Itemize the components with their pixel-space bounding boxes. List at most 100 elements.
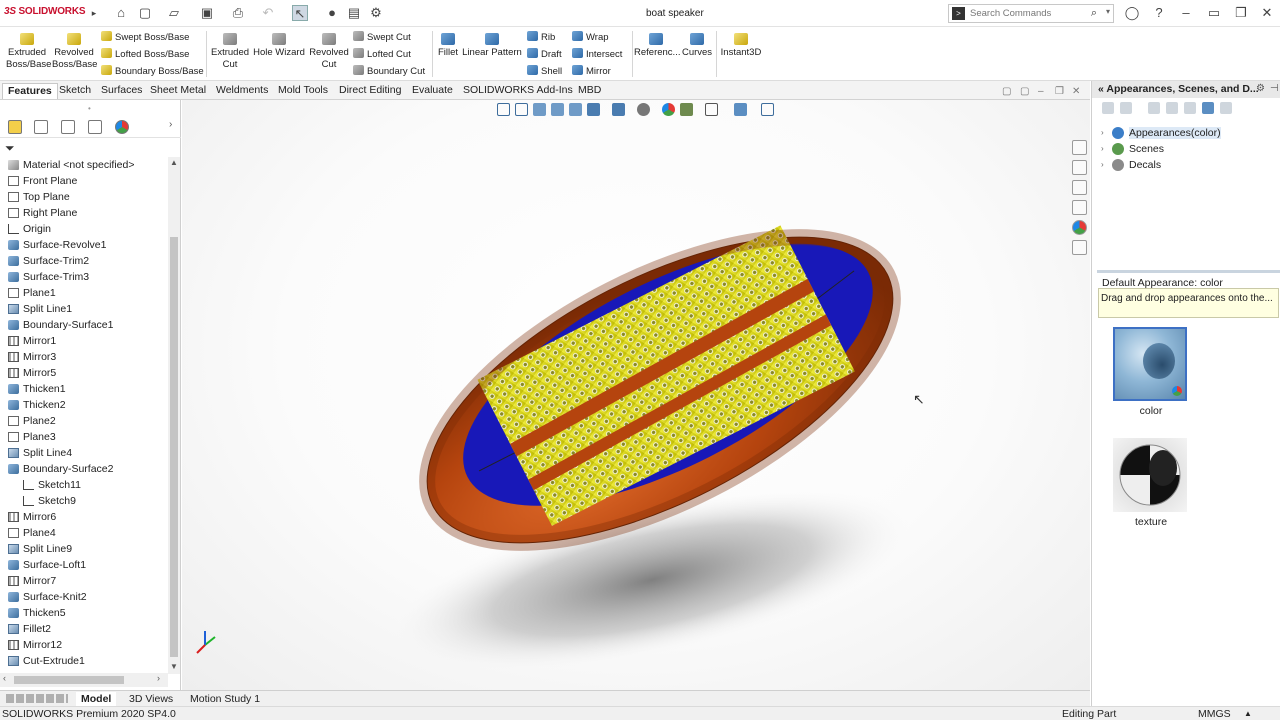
- tree-item[interactable]: Boundary-Surface1: [0, 317, 168, 333]
- chevron-down-icon[interactable]: ▾: [1106, 7, 1110, 16]
- tree-options-icon[interactable]: [1220, 102, 1232, 114]
- dynamic-annotation-icon[interactable]: [569, 103, 582, 116]
- appearances-tab-icon[interactable]: [1072, 220, 1087, 235]
- hole-wizard-button[interactable]: Hole Wizard: [253, 33, 305, 59]
- rotate-icon[interactable]: [734, 103, 747, 116]
- shell-button[interactable]: Shell: [527, 65, 562, 77]
- tab-3d-views[interactable]: 3D Views: [124, 692, 178, 706]
- user-account-icon[interactable]: ◯: [1124, 5, 1140, 21]
- edit-appearance-icon[interactable]: [662, 103, 675, 116]
- pin-icon[interactable]: ⊣: [1270, 83, 1279, 94]
- tab-evaluate[interactable]: Evaluate: [407, 83, 458, 99]
- scroll-left-icon[interactable]: ‹: [3, 673, 6, 683]
- tree-vertical-scrollbar[interactable]: ▲ ▼: [168, 157, 180, 674]
- tree-item[interactable]: Mirror7: [0, 573, 168, 589]
- tile-icon[interactable]: ▢: [1020, 86, 1029, 97]
- scroll-down-icon[interactable]: ▼: [170, 662, 178, 671]
- tab-motion-study[interactable]: Motion Study 1: [185, 692, 265, 706]
- home-icon[interactable]: ⌂: [113, 5, 129, 21]
- close-icon[interactable]: ✕: [1072, 86, 1080, 97]
- tree-item[interactable]: Mirror1: [0, 333, 168, 349]
- restore-icon[interactable]: ❐: [1233, 5, 1249, 21]
- lofted-boss-button[interactable]: Lofted Boss/Base: [101, 48, 189, 60]
- new-file-icon[interactable]: ▢: [137, 5, 153, 21]
- tree-item[interactable]: Thicken1: [0, 381, 168, 397]
- tree-item[interactable]: Surface-Loft1: [0, 557, 168, 573]
- add-to-library-icon[interactable]: [1184, 102, 1196, 114]
- revolved-boss-button[interactable]: Revolved Boss/Base: [52, 33, 97, 71]
- unit-system-selector[interactable]: MMGS: [1198, 707, 1231, 721]
- appearance-swatch-texture[interactable]: [1113, 438, 1187, 512]
- tree-item[interactable]: Plane4: [0, 525, 168, 541]
- draft-button[interactable]: Draft: [527, 48, 562, 60]
- scroll-thumb[interactable]: [14, 676, 124, 684]
- dimxpert-icon[interactable]: [88, 120, 102, 134]
- tab-sheet-metal[interactable]: Sheet Metal: [145, 83, 211, 99]
- appearance-tree-item[interactable]: › Decals: [1092, 157, 1280, 173]
- section-view-icon[interactable]: [551, 103, 564, 116]
- linear-pattern-button[interactable]: Linear Pattern: [462, 33, 522, 59]
- previous-view-icon[interactable]: [533, 103, 546, 116]
- tree-item[interactable]: Mirror12: [0, 637, 168, 653]
- configuration-manager-icon[interactable]: [61, 120, 75, 134]
- tab-sketch[interactable]: Sketch: [54, 83, 96, 99]
- lofted-cut-button[interactable]: Lofted Cut: [353, 48, 411, 60]
- rib-button[interactable]: Rib: [527, 31, 555, 43]
- swept-boss-button[interactable]: Swept Boss/Base: [101, 31, 189, 43]
- tab-mbd[interactable]: MBD: [573, 83, 606, 99]
- tree-item[interactable]: Surface-Trim3: [0, 269, 168, 285]
- solidworks-logo[interactable]: 3S SOLIDWORKS: [4, 6, 86, 17]
- tab-features[interactable]: Features: [2, 83, 58, 99]
- extruded-cut-button[interactable]: Extruded Cut: [209, 33, 251, 71]
- appearance-swatch-color[interactable]: [1113, 327, 1187, 401]
- select-icon[interactable]: ↖: [292, 5, 308, 21]
- rebuild-icon[interactable]: ●: [324, 5, 340, 21]
- close-icon[interactable]: ✕: [1259, 5, 1275, 21]
- panel-grip-icon[interactable]: •: [88, 104, 91, 113]
- display-style-icon[interactable]: [612, 103, 625, 116]
- tile-windows-icon[interactable]: ▭: [1206, 5, 1222, 21]
- forward-icon[interactable]: [1120, 102, 1132, 114]
- magnify-icon[interactable]: [761, 103, 774, 116]
- tab-scroll-icon[interactable]: [6, 694, 68, 703]
- view-palette-icon[interactable]: [1072, 200, 1087, 215]
- tab-mold-tools[interactable]: Mold Tools: [273, 83, 333, 99]
- instant3d-button[interactable]: Instant3D: [718, 33, 764, 59]
- tab-model[interactable]: Model: [76, 692, 117, 706]
- save-icon[interactable]: ▣: [199, 5, 215, 21]
- tree-item[interactable]: Mirror6: [0, 509, 168, 525]
- tree-item[interactable]: Plane3: [0, 429, 168, 445]
- tree-item[interactable]: Boundary-Surface2: [0, 461, 168, 477]
- tree-item[interactable]: Plane2: [0, 413, 168, 429]
- home-icon[interactable]: [1072, 140, 1087, 155]
- tree-horizontal-scrollbar[interactable]: ‹ ›: [0, 673, 168, 687]
- tab-addins[interactable]: SOLIDWORKS Add-Ins: [458, 83, 578, 99]
- minimize-icon[interactable]: –: [1178, 5, 1194, 21]
- fillet-button[interactable]: Fillet: [436, 33, 460, 59]
- tree-item[interactable]: Mirror5: [0, 365, 168, 381]
- search-commands-field[interactable]: > Search Commands ⌕ ▾: [948, 4, 1114, 23]
- tree-item[interactable]: Plane1: [0, 285, 168, 301]
- revolved-cut-button[interactable]: Revolved Cut: [308, 33, 350, 71]
- chevron-right-icon[interactable]: ›: [1101, 141, 1104, 157]
- apply-scene-icon[interactable]: [680, 103, 693, 116]
- tree-item[interactable]: Surface-Trim2: [0, 253, 168, 269]
- boundary-cut-button[interactable]: Boundary Cut: [353, 65, 425, 77]
- tree-item[interactable]: Right Plane: [0, 205, 168, 221]
- tree-item[interactable]: Material <not specified>: [0, 157, 168, 173]
- tree-item[interactable]: Fillet2: [0, 621, 168, 637]
- tree-item[interactable]: Mirror3: [0, 349, 168, 365]
- hide-show-items-icon[interactable]: [637, 103, 650, 116]
- tree-item[interactable]: Split Line9: [0, 541, 168, 557]
- view-settings-icon[interactable]: [705, 103, 718, 116]
- tree-item[interactable]: Front Plane: [0, 173, 168, 189]
- appearance-tree-item[interactable]: › Scenes: [1092, 141, 1280, 157]
- tree-item[interactable]: Thicken5: [0, 605, 168, 621]
- display-manager-icon[interactable]: [115, 120, 129, 134]
- reference-geometry-button[interactable]: Referenc...: [634, 33, 680, 59]
- feature-manager-icon[interactable]: [8, 120, 22, 134]
- custom-properties-icon[interactable]: [1072, 240, 1087, 255]
- open-file-icon[interactable]: ▱: [166, 5, 182, 21]
- scroll-right-icon[interactable]: ›: [157, 673, 160, 683]
- chevron-up-icon[interactable]: ▲: [1244, 707, 1252, 721]
